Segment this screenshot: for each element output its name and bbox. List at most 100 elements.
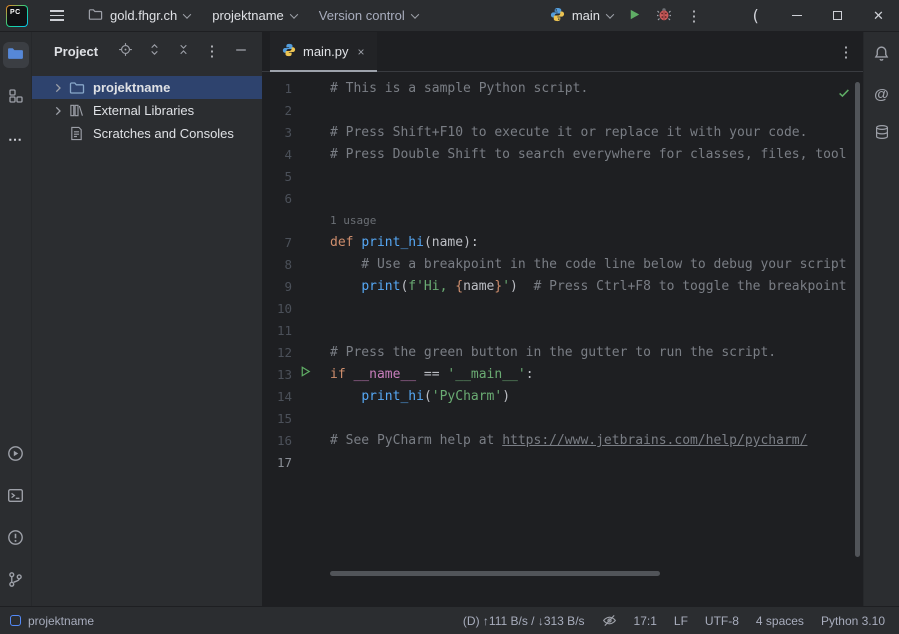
minimize-button[interactable] [776,0,817,31]
hide-panel-button[interactable] [230,40,252,62]
terminal-icon [7,487,24,507]
gutter[interactable] [292,166,330,188]
gutter[interactable] [292,452,330,474]
tree-item-label: projektname [89,80,170,95]
code-line[interactable] [330,100,863,122]
code-row-10: 10 [262,298,863,320]
editor-tab-options-button[interactable]: ⋮ [829,32,863,71]
terminal-toolwindow-button[interactable] [3,484,29,510]
tree-item-projektname[interactable]: projektname [32,76,262,99]
vertical-scrollbar[interactable] [855,82,860,557]
indent-widget[interactable]: 4 spaces [756,614,804,628]
ai-assistant-button[interactable]: @ [869,81,895,107]
code-line[interactable] [330,408,863,430]
chevron-right-icon[interactable] [52,105,69,117]
version-control-toolwindow-button[interactable] [3,568,29,594]
code-line[interactable]: # See PyCharm help at https://www.jetbra… [330,430,863,452]
network-speed-widget[interactable]: (D) ↑111 B/s / ↓313 B/s [463,614,585,628]
code-line[interactable] [330,320,863,342]
project-selector-label: gold.fhgr.ch [110,8,177,23]
code-line[interactable]: print(f'Hi, {name}') # Press Ctrl+F8 to … [330,276,863,298]
editor[interactable]: 1# This is a sample Python script.23# Pr… [262,72,863,606]
gutter[interactable] [292,342,330,364]
database-button[interactable] [869,120,895,146]
line-number: 8 [262,254,292,276]
gutter[interactable] [292,188,330,210]
tree-item-external-libraries[interactable]: External Libraries [32,99,262,122]
line-separator-widget[interactable]: LF [674,614,688,628]
maximize-button[interactable] [817,0,858,31]
code-line[interactable]: # This is a sample Python script. [330,78,863,100]
debug-button[interactable] [649,2,679,30]
gutter[interactable] [292,320,330,342]
window-controls: ( ✕ [735,0,899,31]
gutter[interactable] [292,408,330,430]
python-interpreter-widget[interactable]: Python 3.10 [821,614,885,628]
gutter[interactable] [292,100,330,122]
structure-toolwindow-button[interactable] [3,84,29,110]
statusbar-project-name: projektname [28,614,94,628]
code-line[interactable]: def print_hi(name): [330,232,863,254]
gutter[interactable] [292,144,330,166]
project-selector[interactable]: gold.fhgr.ch [82,2,196,30]
module-selector[interactable]: projektname [206,2,303,30]
code-row-8: 8 # Use a breakpoint in the code line be… [262,254,863,276]
code-line[interactable] [330,452,863,474]
run-button[interactable] [619,2,649,30]
more-actions-button[interactable]: ⋮ [679,2,709,30]
vcs-selector[interactable]: Version control [313,2,424,30]
eye-off-icon[interactable] [602,613,617,628]
code-line[interactable]: # Press Double Shift to search everywher… [330,144,863,166]
project-toolwindow-button[interactable] [3,42,29,68]
kebab-menu-icon: ⋮ [687,7,702,25]
code-line[interactable] [330,188,863,210]
run-config-selector[interactable]: main [544,2,619,30]
problems-toolwindow-button[interactable] [3,526,29,552]
gutter[interactable] [292,364,330,386]
gutter[interactable] [292,122,330,144]
horizontal-scrollbar[interactable] [330,571,660,576]
tab-close-icon[interactable]: × [356,45,365,59]
run-toolwindow-button[interactable] [3,442,29,468]
expand-all-button[interactable] [143,40,165,62]
moon-button[interactable]: ( [735,0,776,31]
code-line[interactable]: # Press the green button in the gutter t… [330,342,863,364]
project-badge-icon [10,615,21,626]
at-sign-icon: @ [874,86,889,103]
tree-item-label: Scratches and Consoles [89,126,234,141]
run-line-icon[interactable] [299,364,312,386]
inspections-ok-icon[interactable] [837,86,851,104]
gutter[interactable] [292,298,330,320]
more-toolwindows-button[interactable]: ⋯ [3,126,29,152]
collapse-all-button[interactable] [172,40,194,62]
code-row-3: 3# Press Shift+F10 to execute it or repl… [262,122,863,144]
code-line[interactable]: print_hi('PyCharm') [330,386,863,408]
gutter[interactable] [292,232,330,254]
code-line[interactable]: # Press Shift+F10 to execute it or repla… [330,122,863,144]
panel-options-button[interactable]: ⋮ [201,40,223,62]
code-line[interactable] [330,298,863,320]
tree-item-scratches-and-consoles[interactable]: Scratches and Consoles [32,122,262,145]
main-menu-button[interactable] [42,2,72,30]
notifications-button[interactable] [869,42,895,68]
line-number: 13 [262,364,292,386]
close-button[interactable]: ✕ [858,0,899,31]
caret-position-widget[interactable]: 17:1 [634,614,657,628]
tab-main-py[interactable]: main.py × [270,32,377,71]
gutter[interactable] [292,386,330,408]
gutter[interactable] [292,78,330,100]
code-line[interactable] [330,166,863,188]
code-line[interactable]: if __name__ == '__main__': [330,364,863,386]
code-line[interactable]: # Use a breakpoint in the code line belo… [330,254,863,276]
chevron-down-icon [411,10,419,18]
encoding-widget[interactable]: UTF-8 [705,614,739,628]
gutter[interactable] [292,276,330,298]
gutter[interactable] [292,254,330,276]
chevron-right-icon[interactable] [52,82,69,94]
select-opened-file-button[interactable] [114,40,136,62]
hide-icon [234,43,248,60]
line-number: 10 [262,298,292,320]
usages-inlay-hint[interactable]: 1 usage [330,210,376,232]
line-number: 5 [262,166,292,188]
gutter[interactable] [292,430,330,452]
